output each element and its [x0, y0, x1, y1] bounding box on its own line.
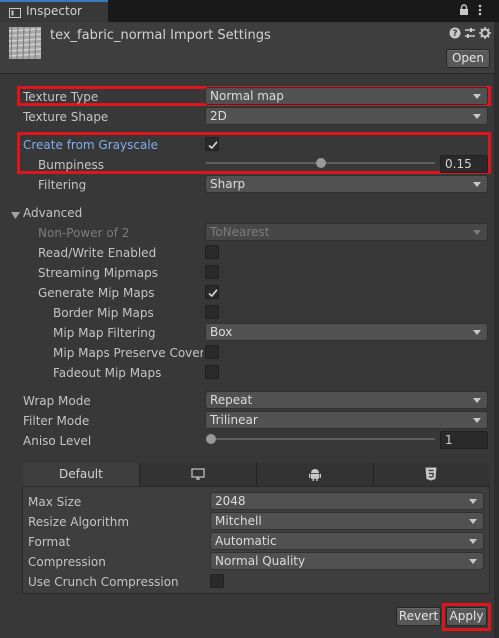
max-size-label: Max Size [28, 495, 82, 509]
compression-value: Normal Quality [215, 554, 306, 568]
filter-mode-dropdown[interactable]: Trilinear [205, 411, 488, 429]
open-button[interactable]: Open [446, 49, 490, 68]
preserve-coverage-checkbox[interactable] [205, 345, 219, 359]
chevron-down-icon [469, 499, 477, 504]
info-icon [9, 7, 21, 18]
aniso-level-slider-track[interactable] [206, 438, 435, 440]
mip-map-filtering-value: Box [210, 325, 233, 339]
use-crunch-label: Use Crunch Compression [28, 575, 179, 589]
texture-thumbnail [8, 26, 42, 60]
tab-label: Inspector [26, 4, 82, 18]
chevron-down-icon [469, 519, 477, 524]
tab-default[interactable]: Default [23, 463, 140, 486]
chevron-down-icon [469, 559, 477, 564]
bumpiness-slider-handle[interactable] [315, 158, 326, 168]
tab-android[interactable] [257, 463, 374, 486]
platform-tabs: Default [23, 463, 490, 486]
tab-webgl[interactable] [374, 463, 490, 486]
create-from-grayscale-label: Create from Grayscale [23, 138, 159, 152]
resize-algorithm-value: Mitchell [215, 514, 262, 528]
max-size-value: 2048 [215, 494, 246, 508]
filtering-label: Filtering [38, 178, 87, 192]
texture-type-label: Texture Type [23, 90, 99, 104]
aniso-level-field[interactable]: 1 [440, 431, 488, 449]
tab-inspector[interactable]: Inspector [0, 0, 108, 22]
compression-dropdown[interactable]: Normal Quality [210, 552, 484, 570]
scrollbar[interactable] [494, 22, 499, 638]
resize-algorithm-dropdown[interactable]: Mitchell [210, 512, 484, 530]
read-write-label: Read/Write Enabled [38, 246, 157, 260]
checkmark-icon [208, 289, 218, 298]
foldout-arrow-icon[interactable] [11, 209, 20, 223]
chevron-down-icon [473, 230, 481, 235]
create-from-grayscale-checkbox[interactable] [205, 137, 219, 151]
read-write-checkbox[interactable] [205, 245, 219, 259]
wrap-mode-label: Wrap Mode [23, 394, 91, 408]
filtering-value: Sharp [210, 177, 246, 191]
use-crunch-checkbox[interactable] [210, 574, 224, 588]
generate-mip-maps-label: Generate Mip Maps [38, 286, 155, 300]
border-mip-maps-label: Border Mip Maps [53, 306, 154, 320]
android-icon [308, 468, 322, 484]
streaming-mipmaps-label: Streaming Mipmaps [38, 266, 159, 280]
texture-shape-value: 2D [210, 109, 227, 123]
advanced-foldout-label[interactable]: Advanced [23, 206, 82, 220]
non-power-of-2-value: ToNearest [210, 225, 270, 239]
preset-icon[interactable] [464, 27, 476, 42]
mip-map-filtering-label: Mip Map Filtering [53, 326, 156, 340]
texture-shape-label: Texture Shape [23, 110, 109, 124]
filter-mode-label: Filter Mode [23, 414, 90, 428]
revert-button[interactable]: Revert [396, 607, 441, 626]
aniso-level-label: Aniso Level [23, 434, 92, 448]
wrap-mode-value: Repeat [210, 393, 253, 407]
mip-map-filtering-dropdown[interactable]: Box [205, 323, 488, 341]
format-value: Automatic [215, 534, 277, 548]
fadeout-mip-maps-checkbox[interactable] [205, 365, 219, 379]
chevron-down-icon [473, 182, 481, 187]
preserve-coverage-label: Mip Maps Preserve Coverage [53, 346, 203, 360]
tab-standalone[interactable] [140, 463, 257, 486]
gear-icon[interactable] [479, 27, 491, 42]
border-mip-maps-checkbox[interactable] [205, 305, 219, 319]
bumpiness-label: Bumpiness [38, 158, 104, 172]
svg-text:?: ? [452, 29, 457, 39]
chevron-down-icon [473, 330, 481, 335]
monitor-icon [191, 468, 205, 483]
page-title: tex_fabric_normal Import Settings [50, 28, 271, 43]
resize-algorithm-label: Resize Algorithm [28, 515, 130, 529]
compression-label: Compression [28, 555, 106, 569]
non-power-of-2-label: Non-Power of 2 [38, 226, 130, 240]
non-power-of-2-dropdown: ToNearest [205, 223, 488, 241]
chevron-down-icon [469, 539, 477, 544]
chevron-down-icon [473, 94, 481, 99]
tab-default-label: Default [59, 467, 103, 481]
html5-icon [425, 467, 437, 484]
bumpiness-field[interactable]: 0.15 [440, 155, 488, 173]
texture-type-value: Normal map [210, 89, 284, 103]
checkmark-icon [208, 141, 218, 150]
streaming-mipmaps-checkbox[interactable] [205, 265, 219, 279]
apply-button[interactable]: Apply [446, 607, 487, 626]
chevron-down-icon [473, 114, 481, 119]
help-icon[interactable]: ? [449, 27, 461, 42]
format-dropdown[interactable]: Automatic [210, 532, 484, 550]
lock-icon[interactable] [459, 4, 469, 18]
more-options-icon[interactable] [478, 4, 482, 18]
aniso-level-slider-handle[interactable] [206, 434, 216, 444]
texture-shape-dropdown[interactable]: 2D [205, 107, 488, 125]
chevron-down-icon [473, 398, 481, 403]
filtering-dropdown[interactable]: Sharp [205, 175, 488, 193]
wrap-mode-dropdown[interactable]: Repeat [205, 391, 488, 409]
fadeout-mip-maps-label: Fadeout Mip Maps [53, 366, 162, 380]
generate-mip-maps-checkbox[interactable] [205, 285, 219, 299]
texture-type-dropdown[interactable]: Normal map [205, 87, 488, 105]
format-label: Format [28, 535, 71, 549]
filter-mode-value: Trilinear [210, 413, 258, 427]
chevron-down-icon [473, 418, 481, 423]
max-size-dropdown[interactable]: 2048 [210, 492, 484, 510]
